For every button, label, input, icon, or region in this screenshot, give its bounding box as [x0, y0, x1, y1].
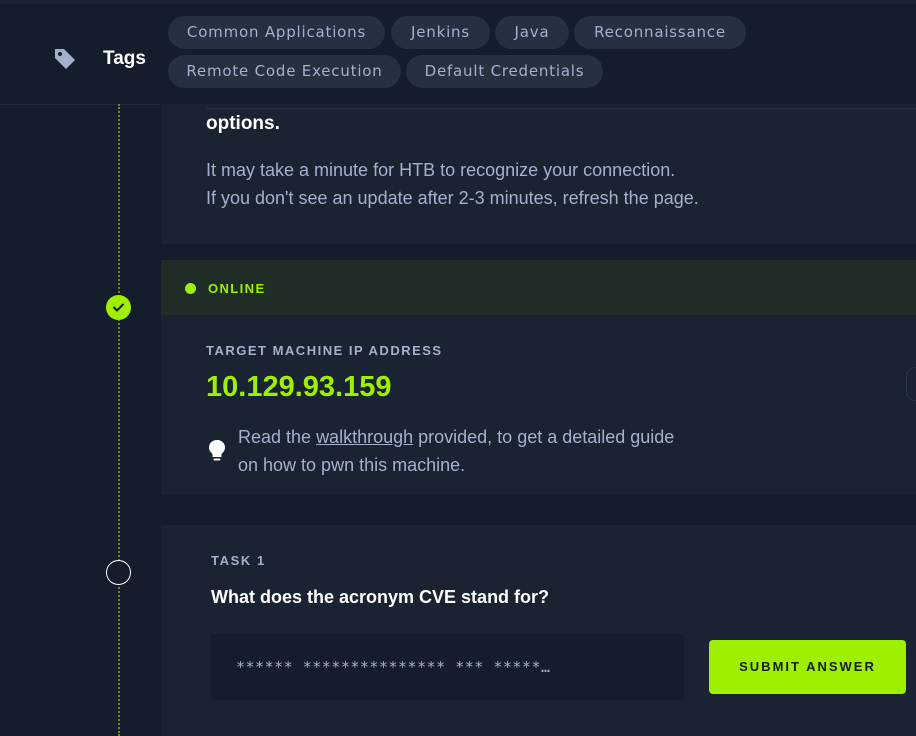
check-icon: [113, 303, 124, 312]
step-pending-indicator: [106, 560, 131, 585]
tag-common-applications[interactable]: Common Applications: [168, 16, 385, 49]
status-badge: ONLINE: [208, 281, 266, 296]
machine-card: ONLINE TARGET MACHINE IP ADDRESS 10.129.…: [161, 260, 916, 494]
walkthrough-prefix: Read the: [238, 427, 317, 447]
task-card: TASK 1 What does the acronym CVE stand f…: [161, 525, 916, 736]
answer-input[interactable]: ****** *************** *** *****…: [211, 634, 684, 700]
tag-default-credentials[interactable]: Default Credentials: [406, 55, 603, 88]
status-dot: [185, 283, 196, 294]
progress-rail: [118, 104, 120, 736]
step-complete-indicator: [106, 295, 131, 320]
options-text: options.: [206, 113, 280, 134]
lightbulb-icon: [209, 440, 225, 461]
tags-bar: Tags Common Applications Jenkins Java Re…: [0, 4, 916, 105]
tag-icon: [55, 49, 75, 69]
tag-remote-code-execution[interactable]: Remote Code Execution: [168, 55, 401, 88]
tag-reconnaissance[interactable]: Reconnaissance: [574, 16, 746, 49]
ip-label: TARGET MACHINE IP ADDRESS: [206, 343, 443, 358]
walkthrough-link[interactable]: walkthrough: [316, 427, 413, 447]
tag-jenkins[interactable]: Jenkins: [391, 16, 490, 49]
divider: [206, 108, 916, 109]
collapse-handle[interactable]: [906, 367, 916, 401]
connection-hint-line1: It may take a minute for HTB to recogniz…: [206, 160, 676, 180]
task-label: TASK 1: [211, 553, 266, 568]
tags-title: Tags: [103, 48, 146, 69]
status-bar: ONLINE: [161, 260, 916, 315]
task-question: What does the acronym CVE stand for?: [211, 587, 550, 607]
submit-answer-button[interactable]: SUBMIT ANSWER: [709, 640, 906, 694]
connection-card: options. It may take a minute for HTB to…: [161, 104, 916, 244]
answer-mask: ****** *************** *** *****…: [236, 658, 551, 676]
walkthrough-hint: Read the walkthrough provided, to get a …: [238, 423, 678, 479]
ip-address[interactable]: 10.129.93.159: [206, 371, 391, 404]
connection-hint-line2: If you don't see an update after 2-3 min…: [206, 188, 699, 208]
tag-java[interactable]: Java: [495, 16, 569, 49]
